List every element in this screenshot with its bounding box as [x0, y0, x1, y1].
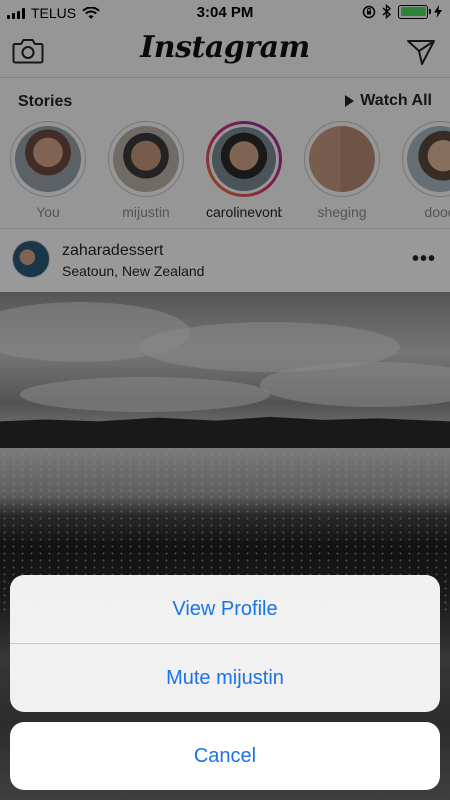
- action-sheet-cancel-group: Cancel: [10, 722, 440, 790]
- view-profile-button[interactable]: View Profile: [10, 575, 440, 643]
- instagram-feed-screen: TELUS 3:04 PM Instagram Stories Watch Al…: [0, 0, 450, 800]
- cancel-button[interactable]: Cancel: [10, 722, 440, 790]
- mute-user-button[interactable]: Mute mijustin: [10, 644, 440, 712]
- action-sheet: View Profile Mute mijustin: [10, 575, 440, 712]
